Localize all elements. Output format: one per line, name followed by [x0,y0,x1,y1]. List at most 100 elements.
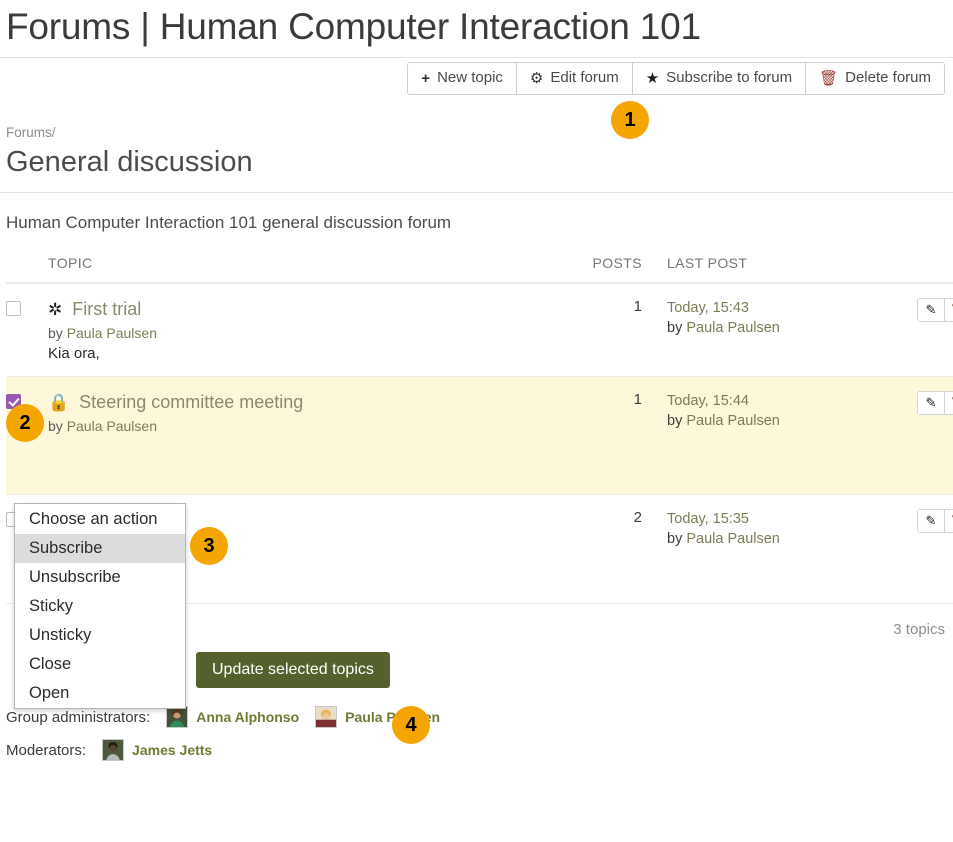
moderators-label: Moderators: [6,742,86,759]
plus-icon: + [421,71,430,86]
delete-forum-label: Delete forum [845,69,931,87]
dropdown-option-choose-an-action[interactable]: Choose an action [15,505,185,534]
topic-post-count: 2 [552,495,658,540]
row-topic-wrap: 🔒 Steering committee meeting by Paula Pa… [48,377,552,494]
row-action-group: ✎ 🗑 [917,298,953,322]
last-post-date: Today, 15:44 [667,391,882,411]
trash-icon[interactable]: 🗑 [945,510,953,532]
callout-badge-2: 2 [6,404,44,442]
last-post-date: Today, 15:43 [667,298,882,318]
edit-forum-label: Edit forum [550,69,618,87]
avatar [166,706,188,728]
breadcrumb-item-forums[interactable]: Forums [6,125,52,140]
topic-post-count: 1 [552,377,658,422]
header-topic: TOPIC [48,255,552,283]
breadcrumb-separator: / [52,125,56,140]
topic-post-count: 1 [552,284,658,329]
pencil-icon[interactable]: ✎ [918,299,945,321]
group-administrators-row: Group administrators: Anna Alphonso Paul… [0,706,953,728]
topic-title-link[interactable]: First trial [72,298,141,320]
person-name-link[interactable]: Anna Alphonso [196,709,299,725]
row-lastpost-cell: Today, 15:35 by Paula Paulsen [658,495,882,604]
row-actions-cell: ✎ 🗑 [882,377,953,495]
update-selected-topics-button[interactable]: Update selected topics [196,652,390,688]
header-posts: POSTS [552,255,658,283]
subscribe-to-forum-button[interactable]: ★ Subscribe to forum [633,63,806,94]
header-actions-col [882,255,953,283]
lock-icon: 🔒 [48,392,69,414]
row-actions-cell: ✎ 🗑 [882,495,953,604]
row-topic-cell: ✲ First trial by Paula Paulsen Kia ora, [48,283,552,377]
row-posts-cell: 1 [552,283,658,377]
page-title: Forums | Human Computer Interaction 101 [0,0,953,50]
row-checkbox-wrap [6,284,48,335]
person-james-jetts: James Jetts [102,739,212,761]
new-topic-button[interactable]: + New topic [408,63,517,94]
row-actions-wrap: ✎ 🗑 [882,495,953,523]
topic-select-checkbox[interactable] [6,301,21,316]
trash-icon[interactable]: 🗑 [945,392,953,414]
moderators-row: Moderators: James Jetts [0,739,953,761]
last-post-author-link[interactable]: Paula Paulsen [686,320,780,336]
last-post-wrap: Today, 15:43 by Paula Paulsen [658,284,882,352]
row-posts-cell: 2 [552,495,658,604]
forum-description: Human Computer Interaction 101 general d… [0,193,953,233]
last-post-by-prefix: by [667,413,686,429]
topic-author-line: by Paula Paulsen [48,325,552,341]
callout-badge-4: 4 [392,706,430,744]
forum-toolbar: + New topic ⚙ Edit forum ★ Subscribe to … [0,58,953,95]
header-last-post: LAST POST [658,255,882,283]
avatar [315,706,337,728]
row-checkbox-cell [6,283,48,377]
person-anna-alphonso: Anna Alphonso [166,706,299,728]
last-post-date: Today, 15:35 [667,509,882,529]
row-topic-cell: 🔒 Steering committee meeting by Paula Pa… [48,377,552,495]
pencil-icon[interactable]: ✎ [918,392,945,414]
dropdown-option-unsubscribe[interactable]: Unsubscribe [15,563,185,592]
row-posts-cell: 1 [552,377,658,495]
last-post-author-link[interactable]: Paula Paulsen [686,531,780,547]
star-icon: ★ [646,71,659,86]
gear-icon: ⚙ [530,71,543,86]
edit-forum-button[interactable]: ⚙ Edit forum [517,63,633,94]
dropdown-option-close[interactable]: Close [15,650,185,679]
last-post-author-line: by Paula Paulsen [667,411,882,431]
topic-by-prefix: by [48,325,67,341]
table-row: 🔒 Steering committee meeting by Paula Pa… [6,377,953,495]
row-lastpost-cell: Today, 15:43 by Paula Paulsen [658,283,882,377]
row-action-group: ✎ 🗑 [917,391,953,415]
trash-icon[interactable]: 🗑 [945,299,953,321]
delete-forum-button[interactable]: 🗑 Delete forum [806,63,944,94]
last-post-by-prefix: by [667,320,686,336]
last-post-wrap: Today, 15:44 by Paula Paulsen [658,377,882,445]
dropdown-option-unsticky[interactable]: Unsticky [15,621,185,650]
topic-title-link[interactable]: Steering committee meeting [79,391,303,413]
topic-author-link[interactable]: Paula Paulsen [67,418,157,434]
last-post-by-prefix: by [667,531,686,547]
person-name-link[interactable]: James Jetts [132,742,212,758]
subscribe-to-forum-label: Subscribe to forum [666,69,792,87]
last-post-author-link[interactable]: Paula Paulsen [686,413,780,429]
row-lastpost-cell: Today, 15:44 by Paula Paulsen [658,377,882,495]
topics-table-head: TOPIC POSTS LAST POST [6,255,953,283]
topic-title-line: ✲ First trial [48,298,552,321]
bulk-action-dropdown-list: Choose an action Subscribe Unsubscribe S… [14,503,186,709]
dropdown-option-subscribe[interactable]: Subscribe [15,534,185,563]
dropdown-option-sticky[interactable]: Sticky [15,592,185,621]
trash-icon: 🗑 [819,71,838,86]
row-action-group: ✎ 🗑 [917,509,953,533]
new-topic-label: New topic [437,69,503,87]
last-post-author-line: by Paula Paulsen [667,318,882,338]
topic-author-link[interactable]: Paula Paulsen [67,325,157,341]
row-actions-cell: ✎ 🗑 [882,283,953,377]
topic-excerpt: Kia ora, [48,345,552,362]
pencil-icon[interactable]: ✎ [918,510,945,532]
topics-header-row: TOPIC POSTS LAST POST [6,255,953,283]
group-administrators-label: Group administrators: [6,709,150,726]
topic-title-line: 🔒 Steering committee meeting [48,391,552,414]
table-row: ✲ First trial by Paula Paulsen Kia ora, … [6,283,953,377]
row-topic-wrap: ✲ First trial by Paula Paulsen Kia ora, [48,284,552,376]
dropdown-option-open[interactable]: Open [15,679,185,708]
avatar [102,739,124,761]
last-post-author-line: by Paula Paulsen [667,529,882,549]
